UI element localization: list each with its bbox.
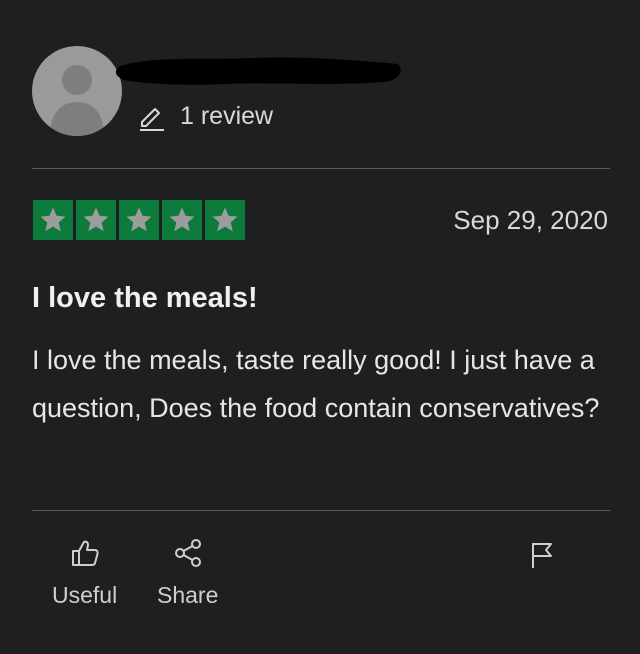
review-count-label: 1 review <box>180 102 274 130</box>
user-silhouette-icon <box>50 65 104 136</box>
share-icon <box>174 539 201 567</box>
star-box <box>162 200 202 240</box>
useful-button[interactable]: Useful <box>52 538 117 609</box>
star-icon <box>212 207 238 232</box>
review-body: I love the meals, taste really good! I j… <box>32 345 600 423</box>
star-box <box>119 200 159 240</box>
review-date: Sep 29, 2020 <box>453 205 608 235</box>
reviewer-header: 1 review <box>32 46 612 138</box>
star-icon <box>169 207 195 232</box>
divider <box>32 168 610 169</box>
report-flag-button[interactable] <box>528 540 556 575</box>
divider <box>32 510 610 511</box>
star-icon <box>40 207 66 232</box>
useful-label: Useful <box>52 582 118 608</box>
avatar[interactable] <box>32 46 122 136</box>
reviewer-name-redacted <box>115 57 401 85</box>
share-label: Share <box>157 582 219 608</box>
star-rating <box>33 200 245 240</box>
thumbs-up-icon <box>71 540 99 566</box>
review-title: I love the meals! <box>32 282 258 314</box>
star-box <box>33 200 73 240</box>
share-button[interactable]: Share <box>157 538 218 609</box>
flag-icon <box>532 543 552 568</box>
star-icon <box>83 207 109 232</box>
review-count: 1 review <box>138 102 273 131</box>
star-box <box>76 200 116 240</box>
star-icon <box>126 207 152 232</box>
pencil-icon <box>140 107 164 131</box>
star-box <box>205 200 245 240</box>
